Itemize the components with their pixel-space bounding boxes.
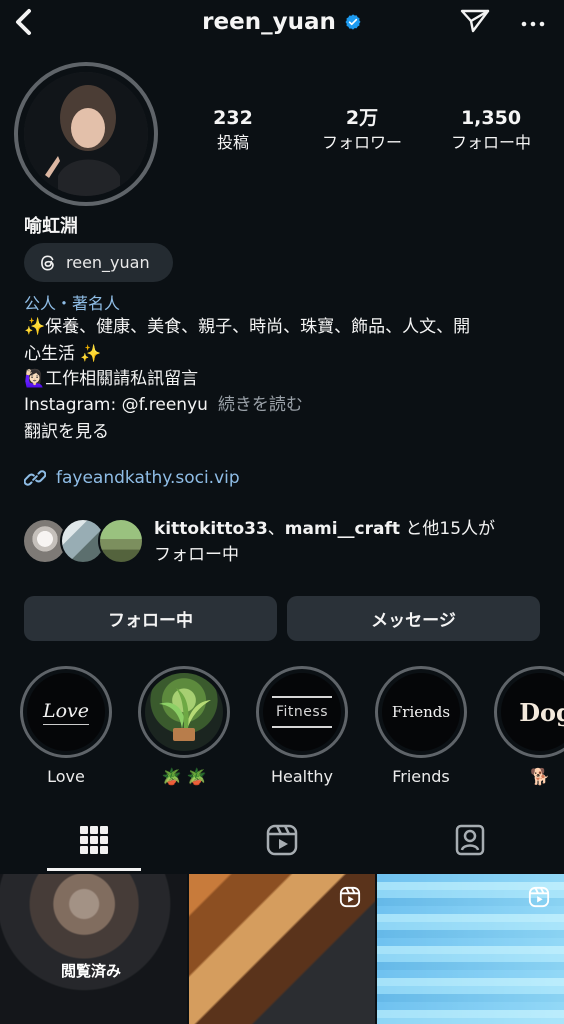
followers-count: 2万 <box>345 107 379 129</box>
mutual-tail-1: と他 <box>399 519 440 539</box>
mutual-avatars <box>22 518 146 570</box>
profile-category: 公人・著名人 <box>24 294 121 313</box>
highlight-cover-love: Love <box>27 673 105 751</box>
mutual-user-2: mami__craft <box>284 519 400 539</box>
highlight-ring: Love <box>20 666 112 758</box>
story-highlights: Love Love 🪴 🪴 Fitness Healthy Friends Fr… <box>0 666 564 794</box>
top-bar: reen_yuan <box>0 0 564 50</box>
profile-photo <box>24 72 148 196</box>
link-icon <box>24 467 46 489</box>
highlight-cover-friends: Friends <box>382 673 460 751</box>
highlight-ring: Fitness <box>256 666 348 758</box>
threads-icon <box>38 253 58 273</box>
followers-label: フォロワー <box>321 133 402 152</box>
tagged-tab[interactable] <box>423 813 517 871</box>
highlight-friends-label: Friends <box>392 767 450 786</box>
username-title: reen_yuan <box>202 9 336 35</box>
verified-badge-icon <box>344 13 362 31</box>
post-tile-1[interactable]: 閲覧済み <box>0 874 187 1024</box>
avatar[interactable] <box>24 72 148 196</box>
highlight-healthy-label: Healthy <box>270 767 333 786</box>
reel-badge-icon <box>339 886 361 908</box>
profile-display-name: 喻虹淵 <box>24 216 78 237</box>
mutual-separator: 、 <box>267 519 285 539</box>
posts-count: 232 <box>213 107 253 129</box>
message-button[interactable]: メッセージ <box>287 596 540 641</box>
bio-line-1: ✨保養、健康、美食、親子、時尚、珠寶、飾品、人文、開 <box>24 317 471 337</box>
highlight-ring: Friends <box>375 666 467 758</box>
profile-actions: フォロー中 メッセージ <box>24 596 540 641</box>
instagram-handle-text: Instagram: @f.reenyu <box>24 395 208 415</box>
grid-icon <box>78 824 110 860</box>
followers-stat[interactable]: 2万 フォロワー <box>303 106 421 154</box>
bio-line-2: 心生活 ✨ <box>24 344 102 364</box>
grid-tab[interactable] <box>47 813 141 871</box>
highlight-healthy-cover-text: Fitness <box>272 696 332 728</box>
read-more-link[interactable]: 続きを読む <box>218 395 303 415</box>
following-stat[interactable]: 1,350 フォロー中 <box>432 106 550 154</box>
tagged-user-icon <box>453 823 487 861</box>
posts-label: 投稿 <box>216 133 249 152</box>
threads-handle: reen_yuan <box>66 253 150 272</box>
share-button[interactable] <box>458 8 492 38</box>
mutual-avatar-3 <box>98 518 144 564</box>
reels-tab[interactable] <box>235 813 329 871</box>
highlight-plants-label: 🪴 🪴 <box>161 767 207 786</box>
mutual-followers-text: kittokitto33、mami__craft と他15人が フォロー中 <box>154 516 544 568</box>
mutual-line-2: フォロー中 <box>154 545 239 565</box>
highlight-plants[interactable]: 🪴 🪴 <box>136 666 232 788</box>
highlight-cover-dog: Dog <box>501 673 564 751</box>
threads-link-pill[interactable]: reen_yuan <box>24 243 173 282</box>
highlight-healthy[interactable]: Fitness Healthy <box>254 666 350 788</box>
bio-line-4: Instagram: @f.reenyu 続きを読む <box>24 393 303 417</box>
plant-photo <box>159 688 211 741</box>
profile-tabs <box>0 813 564 873</box>
highlight-love[interactable]: Love Love <box>18 666 114 788</box>
following-count: 1,350 <box>460 107 522 129</box>
highlight-love-cover-text: Love <box>42 700 90 725</box>
highlight-dog[interactable]: Dog 🐕 <box>492 666 564 788</box>
highlight-love-label: Love <box>47 767 85 786</box>
posts-stat[interactable]: 232 投稿 <box>174 106 292 154</box>
more-horizontal-icon <box>521 13 545 32</box>
highlight-cover-plants <box>145 673 223 751</box>
profile-link[interactable]: fayeandkathy.soci.vip <box>24 467 240 489</box>
following-label: フォロー中 <box>450 133 531 152</box>
active-tab-indicator <box>47 868 141 871</box>
profile-stats: 232 投稿 2万 フォロワー 1,350 フォロー中 <box>174 106 550 154</box>
highlight-ring <box>138 666 230 758</box>
paper-plane-icon <box>459 7 491 39</box>
posts-grid: 閲覧済み <box>0 874 564 1024</box>
highlight-ring: Dog <box>494 666 564 758</box>
highlight-dog-cover-text: Dog <box>519 697 564 727</box>
more-options-button[interactable] <box>518 10 548 34</box>
reel-badge-icon <box>528 886 550 908</box>
translate-link[interactable]: 翻訳を見る <box>24 420 109 444</box>
mutual-tail-2: 人が <box>461 519 496 539</box>
reels-icon <box>265 823 299 861</box>
seen-label: 閲覧済み <box>61 962 122 980</box>
highlight-friends[interactable]: Friends Friends <box>373 666 469 788</box>
profile-link-text: fayeandkathy.soci.vip <box>56 468 240 488</box>
highlight-dog-label: 🐕 <box>530 767 550 786</box>
mutual-user-1: kittokitto33 <box>154 519 268 539</box>
post-tile-3[interactable] <box>377 874 564 1024</box>
highlight-friends-cover-text: Friends <box>391 703 451 721</box>
bio-line-3: 🙋🏻‍♀️工作相關請私訊留言 <box>24 369 199 389</box>
mutual-count: 15 <box>439 519 462 539</box>
following-button[interactable]: フォロー中 <box>24 596 277 641</box>
highlight-cover-healthy: Fitness <box>263 673 341 751</box>
mutual-followers[interactable]: kittokitto33、mami__craft と他15人が フォロー中 <box>22 514 552 574</box>
post-tile-2[interactable] <box>188 874 376 1024</box>
